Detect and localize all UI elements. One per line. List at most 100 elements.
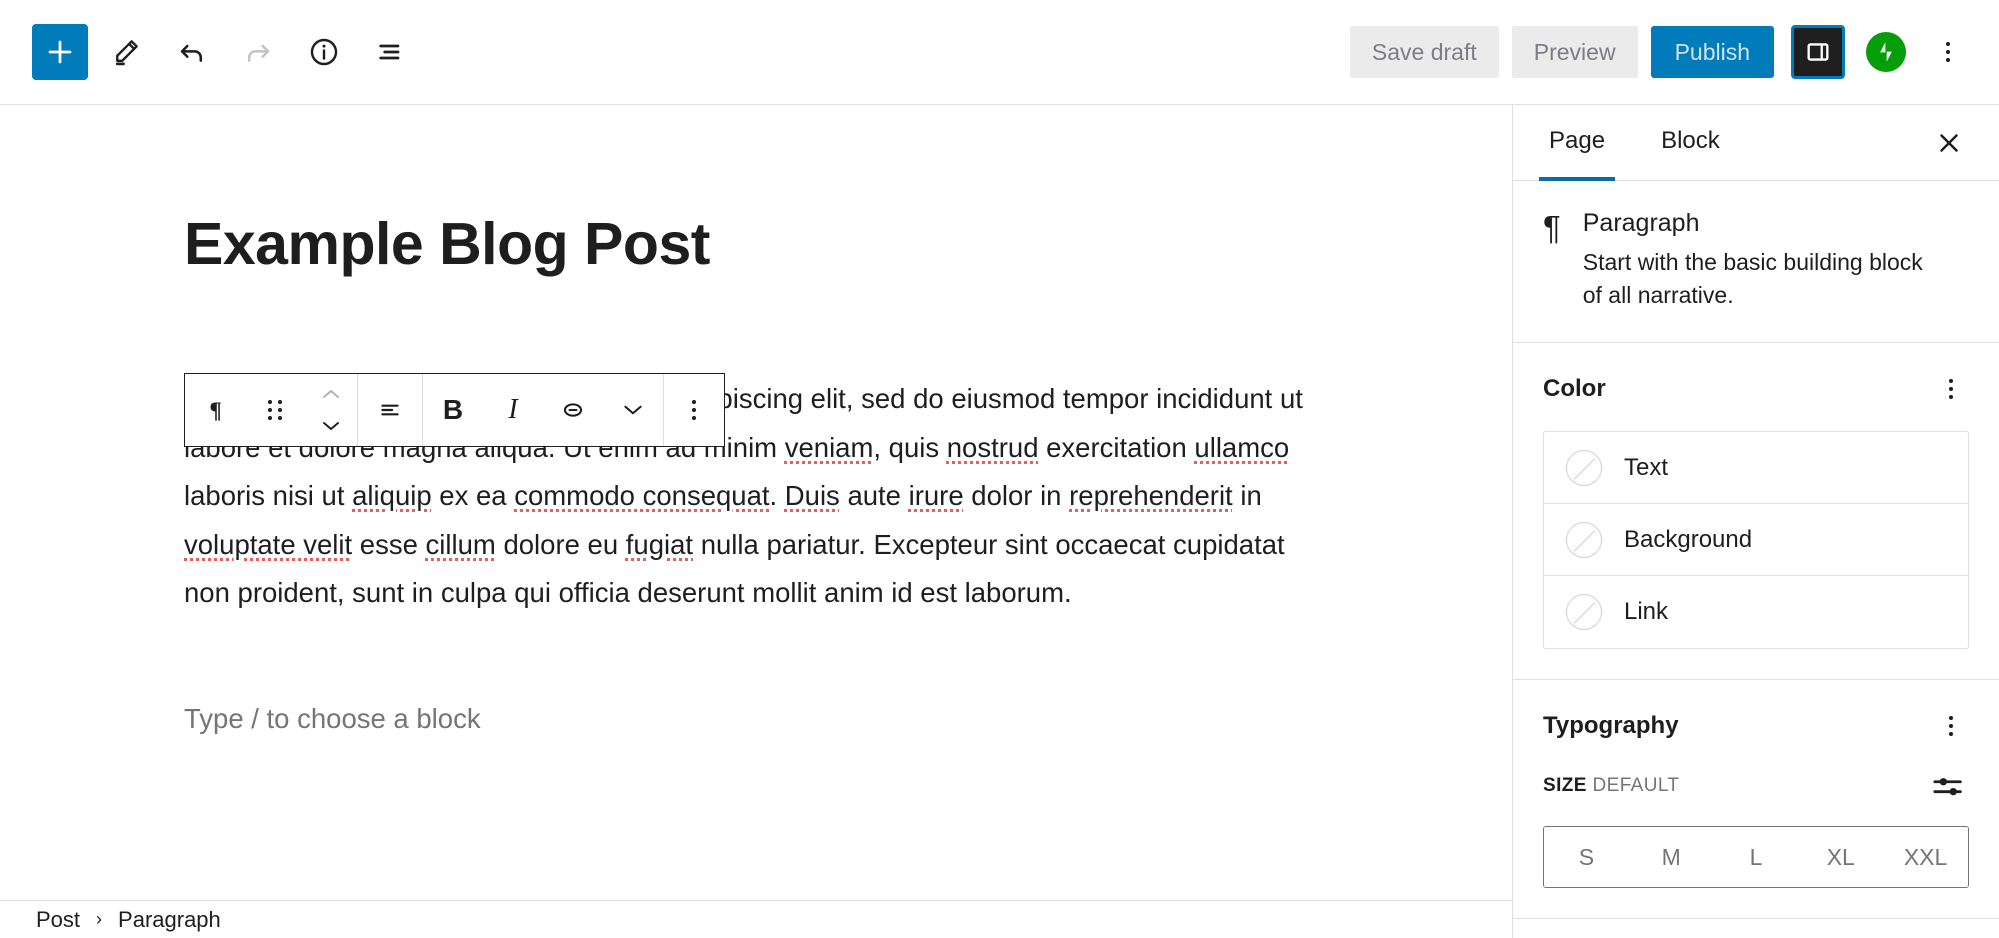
preview-button[interactable]: Preview bbox=[1511, 26, 1638, 78]
align-left-icon bbox=[381, 404, 399, 416]
vertical-dots-icon bbox=[1946, 42, 1950, 62]
post-title[interactable]: Example Blog Post bbox=[184, 210, 710, 278]
editor-header: Save draft Preview Publish bbox=[0, 0, 1999, 105]
vertical-dots-icon bbox=[1949, 379, 1953, 399]
bold-button[interactable]: B bbox=[423, 374, 483, 446]
misspelled-word: cillum bbox=[425, 528, 496, 560]
move-down-button[interactable] bbox=[309, 411, 353, 441]
tab-block[interactable]: Block bbox=[1651, 105, 1730, 181]
misspelled-word: nostrud bbox=[946, 431, 1039, 463]
block-card: ¶ Paragraph Start with the basic buildin… bbox=[1543, 209, 1969, 312]
typography-options-button[interactable] bbox=[1933, 708, 1969, 744]
plus-icon bbox=[48, 40, 72, 64]
font-size-xxl[interactable]: XXL bbox=[1883, 827, 1968, 887]
header-right-actions: Save draft Preview Publish bbox=[1349, 24, 1999, 80]
info-icon bbox=[310, 38, 338, 66]
color-section-title: Color bbox=[1543, 375, 1606, 402]
undo-icon bbox=[180, 44, 203, 62]
chevron-down-icon bbox=[624, 405, 642, 415]
breadcrumb-item-paragraph[interactable]: Paragraph bbox=[118, 907, 221, 933]
font-size-s[interactable]: S bbox=[1544, 827, 1629, 887]
settings-sidebar-toggle-button[interactable] bbox=[1791, 25, 1845, 79]
link-button[interactable] bbox=[543, 374, 603, 446]
tools-pencil-button[interactable] bbox=[98, 24, 154, 80]
font-size-value: DEFAULT bbox=[1592, 775, 1680, 796]
breadcrumb-item-post[interactable]: Post bbox=[36, 907, 80, 933]
block-toolbar-group-format: B I bbox=[423, 374, 664, 446]
block-type-button[interactable]: ¶ bbox=[185, 374, 245, 446]
drag-handle-button[interactable] bbox=[245, 374, 305, 446]
empty-paragraph-block[interactable]: Type / to choose a block bbox=[184, 703, 481, 735]
list-view-button[interactable] bbox=[362, 24, 418, 80]
details-info-button[interactable] bbox=[296, 24, 352, 80]
grip-dots-icon bbox=[267, 400, 283, 420]
no-color-swatch-icon bbox=[1566, 521, 1602, 558]
tab-page[interactable]: Page bbox=[1539, 105, 1616, 181]
color-section-header: Color bbox=[1543, 371, 1969, 407]
add-block-button[interactable] bbox=[32, 24, 88, 80]
misspelled-word: veniam bbox=[784, 431, 874, 463]
chevron-up-icon bbox=[323, 390, 339, 398]
typography-section-title: Typography bbox=[1543, 712, 1679, 739]
font-size-row: SIZE DEFAULT bbox=[1543, 768, 1969, 804]
sliders-icon bbox=[1933, 778, 1962, 796]
typography-section-header: Typography bbox=[1543, 708, 1969, 744]
editor-options-button[interactable] bbox=[1925, 24, 1971, 80]
vertical-dots-icon bbox=[692, 400, 696, 420]
misspelled-word: irure bbox=[908, 480, 964, 511]
publish-button[interactable]: Publish bbox=[1650, 26, 1774, 78]
breadcrumb-separator: › bbox=[96, 909, 103, 929]
color-label: Link bbox=[1624, 598, 1669, 625]
breadcrumb: Post › Paragraph bbox=[0, 900, 1512, 938]
sidebar-layout-icon bbox=[1807, 43, 1829, 61]
list-view-icon bbox=[379, 44, 400, 60]
misspelled-word: Duis bbox=[784, 480, 840, 511]
jetpack-button[interactable] bbox=[1866, 32, 1906, 72]
block-card-description: Start with the basic building block of a… bbox=[1582, 249, 1923, 308]
color-section: Color Text Background Link bbox=[1513, 343, 1999, 680]
chevron-down-icon bbox=[323, 422, 339, 430]
font-size-buttons: S M L XL XXL bbox=[1543, 826, 1969, 888]
block-toolbar-group-align bbox=[358, 374, 423, 446]
misspelled-word: voluptate velit bbox=[184, 528, 353, 560]
settings-sidebar: Page Block ¶ Paragraph Start with the ba… bbox=[1512, 105, 1999, 938]
font-size-label-text: SIZE bbox=[1543, 775, 1587, 796]
color-label: Background bbox=[1624, 525, 1753, 553]
align-text-button[interactable] bbox=[358, 374, 422, 446]
undo-button[interactable] bbox=[164, 24, 220, 80]
misspelled-word: reprehenderit bbox=[1069, 480, 1233, 511]
misspelled-word: aliquip bbox=[352, 480, 432, 511]
editor-canvas: Example Blog Post ¶ B I Lorem ipsum dolo… bbox=[0, 105, 1512, 900]
color-row-background[interactable]: Background bbox=[1544, 504, 1968, 576]
italic-button[interactable]: I bbox=[483, 374, 543, 446]
block-mover bbox=[305, 374, 357, 446]
color-row-text[interactable]: Text bbox=[1544, 432, 1968, 504]
paragraph-icon: ¶ bbox=[209, 397, 221, 422]
custom-font-size-button[interactable] bbox=[1929, 768, 1969, 804]
block-card-section: ¶ Paragraph Start with the basic buildin… bbox=[1513, 181, 1999, 343]
font-size-m[interactable]: M bbox=[1628, 827, 1714, 887]
font-size-xl[interactable]: XL bbox=[1798, 827, 1884, 887]
close-sidebar-button[interactable] bbox=[1929, 123, 1969, 163]
block-card-title: Paragraph bbox=[1582, 209, 1700, 237]
misspelled-word: fugiat bbox=[625, 528, 694, 560]
color-option-list: Text Background Link bbox=[1543, 431, 1969, 649]
link-icon bbox=[563, 403, 583, 417]
misspelled-word: ullamco bbox=[1194, 431, 1290, 463]
no-color-swatch-icon bbox=[1566, 449, 1602, 486]
color-label: Text bbox=[1624, 453, 1669, 481]
more-rich-text-button[interactable] bbox=[603, 374, 663, 446]
redo-button[interactable] bbox=[230, 24, 286, 80]
svg-text:¶: ¶ bbox=[209, 397, 221, 422]
save-draft-button[interactable]: Save draft bbox=[1349, 26, 1499, 78]
misspelled-word: commodo consequat bbox=[514, 480, 770, 511]
block-options-button[interactable] bbox=[664, 374, 724, 446]
color-row-link[interactable]: Link bbox=[1544, 576, 1968, 648]
color-options-button[interactable] bbox=[1933, 371, 1969, 407]
move-up-button[interactable] bbox=[309, 379, 353, 409]
close-icon bbox=[1940, 133, 1958, 152]
font-size-l[interactable]: L bbox=[1713, 827, 1799, 887]
redo-icon bbox=[247, 44, 270, 62]
typography-section: Typography SIZE DEFAULT S M L XL XXL bbox=[1513, 680, 1999, 919]
paragraph-icon: ¶ bbox=[1543, 209, 1561, 246]
